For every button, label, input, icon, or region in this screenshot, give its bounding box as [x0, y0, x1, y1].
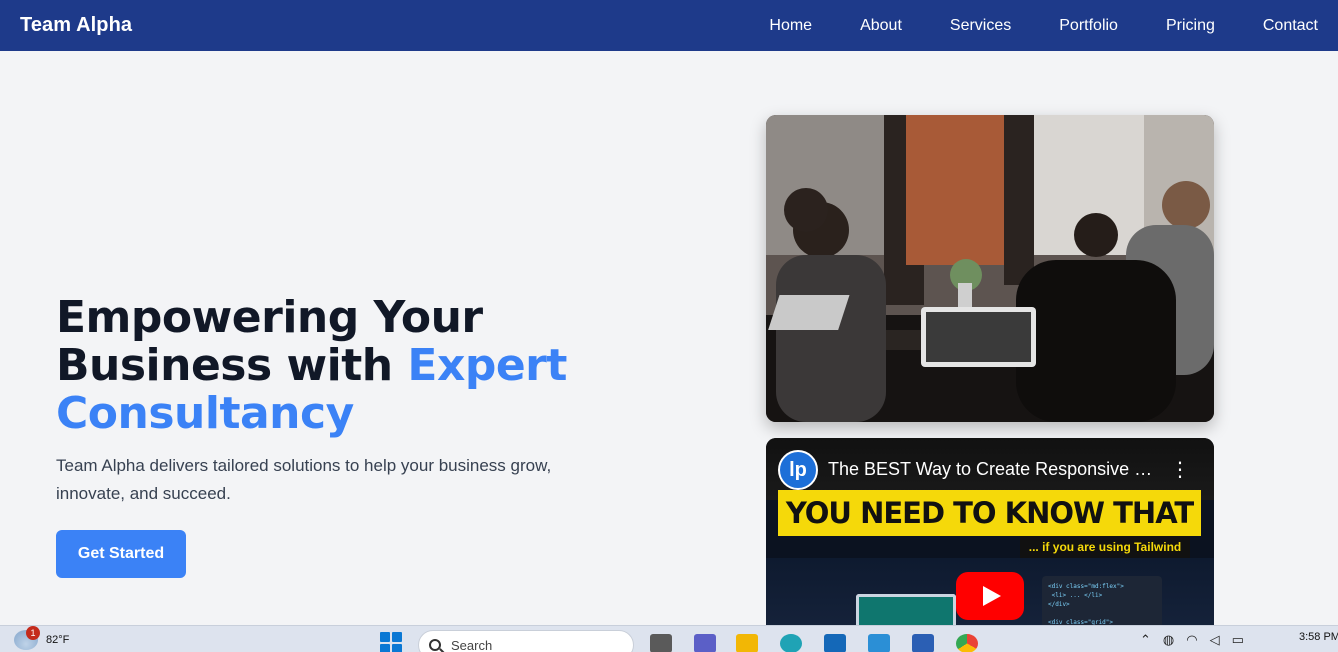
- video-embed[interactable]: lp The BEST Way to Create Responsive D..…: [766, 438, 1214, 628]
- play-icon[interactable]: [956, 572, 1024, 620]
- hero-subtitle: Team Alpha delivers tailored solutions t…: [56, 456, 552, 503]
- hero-title: Empowering Your Business with Expert Con…: [56, 294, 616, 438]
- weather-widget[interactable]: 1 82°F: [14, 626, 70, 650]
- battery-icon[interactable]: ▭: [1232, 632, 1244, 648]
- vscode-icon[interactable]: [868, 634, 890, 652]
- more-options-icon[interactable]: ⋮: [1170, 460, 1190, 480]
- wifi-icon[interactable]: ◠: [1186, 632, 1197, 648]
- get-started-button[interactable]: Get Started: [56, 530, 186, 578]
- notification-badge: 1: [26, 626, 40, 640]
- file-explorer-icon[interactable]: [736, 634, 758, 652]
- nav-link-about[interactable]: About: [860, 17, 902, 35]
- store-icon[interactable]: [824, 634, 846, 652]
- monitor-graphic: [856, 594, 956, 628]
- chrome-icon[interactable]: [956, 634, 978, 652]
- channel-avatar[interactable]: lp: [778, 450, 818, 490]
- edge-icon[interactable]: [780, 634, 802, 652]
- nav-link-portfolio[interactable]: Portfolio: [1059, 17, 1118, 35]
- nav-link-contact[interactable]: Contact: [1263, 17, 1318, 35]
- video-banner: YOU NEED TO KNOW THAT: [778, 490, 1201, 536]
- nav-links: Home About Services Portfolio Pricing Co…: [769, 17, 1318, 35]
- nav-link-services[interactable]: Services: [950, 17, 1011, 35]
- top-navbar: Team Alpha Home About Services Portfolio…: [0, 0, 1338, 51]
- tray-chevron-up-icon[interactable]: ⌃: [1140, 632, 1151, 648]
- system-tray: ⌃ ◍ ◠ ◁ ▭: [1140, 632, 1244, 648]
- word-icon[interactable]: [912, 634, 934, 652]
- search-placeholder: Search: [451, 637, 493, 652]
- team-photo: [766, 115, 1214, 422]
- windows-start-icon[interactable]: [380, 632, 402, 652]
- taskbar-search-input[interactable]: Search: [418, 630, 634, 652]
- weather-temperature: 82°F: [46, 634, 70, 646]
- windows-taskbar: 1 82°F Search ⌃ ◍ ◠ ◁ ▭ 3:58 PM: [0, 625, 1338, 652]
- nav-link-home[interactable]: Home: [769, 17, 812, 35]
- task-view-icon[interactable]: [650, 634, 672, 652]
- nav-link-pricing[interactable]: Pricing: [1166, 17, 1215, 35]
- tray-app-icon[interactable]: ◍: [1163, 632, 1174, 648]
- taskbar-clock[interactable]: 3:58 PM: [1299, 631, 1338, 643]
- code-snippet-card: <div class="md:flex"> <li> ... </li> </d…: [1042, 576, 1162, 628]
- team-photo-illustration: [766, 115, 1214, 422]
- weather-cloud-icon: 1: [14, 626, 40, 650]
- teams-icon[interactable]: [694, 634, 716, 652]
- search-icon: [429, 639, 441, 651]
- video-title[interactable]: The BEST Way to Create Responsive D...: [828, 459, 1158, 480]
- video-subtag: ... if you are using Tailwind: [1020, 536, 1190, 558]
- brand-logo[interactable]: Team Alpha: [20, 14, 132, 37]
- volume-icon[interactable]: ◁: [1210, 632, 1220, 648]
